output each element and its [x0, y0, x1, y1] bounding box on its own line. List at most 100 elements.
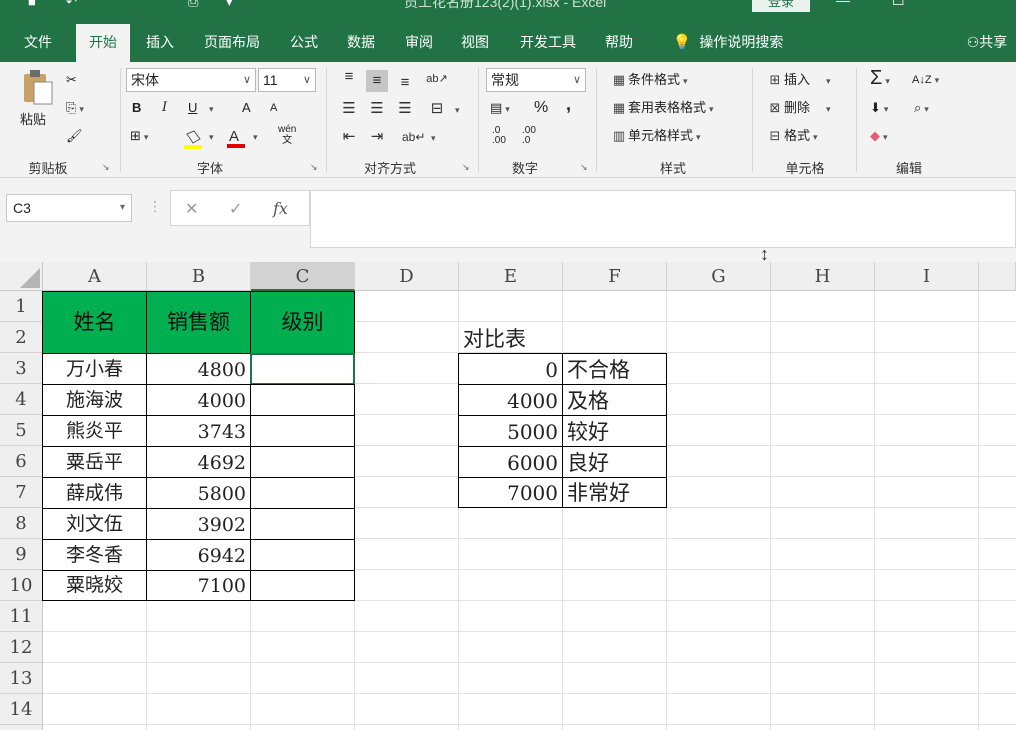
conditional-formatting-button[interactable]: ▦ 条件格式 ▾ [610, 70, 688, 91]
format-cells-button[interactable]: ⊟ 格式 ▾ [766, 126, 818, 147]
row-header-2[interactable]: 2 [0, 322, 43, 353]
column-header-e[interactable]: E [459, 262, 563, 291]
header-cell-level[interactable]: 级别 [250, 291, 355, 354]
font-size-select[interactable]: 11 ∨ [258, 68, 316, 92]
increase-indent-icon[interactable]: ⇥ [366, 126, 388, 148]
underline-dropdown-icon[interactable]: ▾ [206, 98, 214, 119]
number-launcher-icon[interactable]: ↘ [580, 162, 588, 173]
cell-level[interactable] [250, 508, 355, 540]
number-format-select[interactable]: 常规 ∨ [486, 68, 586, 92]
undo-icon[interactable]: ↶ [66, 0, 77, 10]
tab-file[interactable]: 文件 [10, 22, 66, 62]
wrap-text-icon[interactable]: ab↵ [402, 126, 425, 148]
cell-sales[interactable]: 3902 [146, 508, 251, 540]
cell-level[interactable] [250, 384, 355, 416]
cell-sales[interactable]: 7100 [146, 570, 251, 601]
borders-icon[interactable]: ⊞ ▾ [130, 126, 148, 147]
cell-name[interactable]: 熊炎平 [42, 415, 147, 447]
tab-insert[interactable]: 插入 [134, 22, 186, 62]
align-top-icon[interactable]: ≡ [338, 66, 360, 88]
cell-level[interactable] [250, 570, 355, 601]
row-header-15[interactable] [0, 725, 43, 730]
percent-style-button[interactable]: % [534, 98, 548, 118]
cell-styles-button[interactable]: ▥ 单元格样式 ▾ [610, 126, 701, 147]
lookup-threshold[interactable]: 5000 [458, 415, 563, 447]
align-right-icon[interactable]: ☰ [394, 98, 416, 120]
column-header-j[interactable] [979, 262, 1016, 291]
name-box[interactable]: C3 ▾ [6, 194, 132, 222]
cell-name[interactable]: 李冬香 [42, 539, 147, 571]
tab-developer[interactable]: 开发工具 [508, 22, 588, 62]
header-cell-sales[interactable]: 销售额 [146, 291, 251, 354]
insert-cells-button[interactable]: ⊞ 插入 ▾ [766, 70, 831, 91]
copy-icon[interactable]: ⎘ ▾ [66, 98, 84, 119]
column-header-g[interactable]: G [667, 262, 771, 291]
font-color-icon[interactable]: A [226, 128, 246, 150]
text-orientation-icon[interactable]: ab↗ [426, 68, 448, 90]
cell-sales[interactable]: 3743 [146, 415, 251, 447]
decrease-font-button[interactable]: A [270, 98, 277, 118]
format-as-table-button[interactable]: ▦ 套用表格格式 ▾ [610, 98, 714, 119]
column-header-a[interactable]: A [43, 262, 147, 291]
align-center-icon[interactable]: ☰ [366, 98, 388, 120]
cell-level[interactable] [250, 446, 355, 478]
paste-button[interactable]: 粘贴 [20, 110, 46, 130]
confirm-icon[interactable]: ✓ [229, 199, 242, 219]
column-header-i[interactable]: I [875, 262, 979, 291]
lookup-threshold[interactable]: 6000 [458, 446, 563, 478]
customize-quick-access-icon[interactable]: ▾ [226, 0, 233, 10]
column-header-d[interactable]: D [355, 262, 459, 291]
login-button[interactable]: 登录 [752, 0, 810, 12]
cell-sales[interactable]: 4000 [146, 384, 251, 416]
cell-sales[interactable]: 6942 [146, 539, 251, 571]
accounting-format-icon[interactable]: ▤ ▾ [490, 98, 510, 119]
cut-icon[interactable]: ✂ [66, 70, 77, 90]
row-header-7[interactable]: 7 [0, 477, 43, 508]
cell-name[interactable]: 粟晓姣 [42, 570, 147, 601]
select-all-corner[interactable] [0, 262, 43, 291]
lookup-grade[interactable]: 及格 [562, 384, 667, 416]
column-header-b[interactable]: B [147, 262, 251, 291]
lookup-table-title[interactable]: 对比表 [459, 322, 563, 353]
formula-input[interactable] [310, 190, 1016, 248]
cell-sales[interactable]: 4800 [146, 353, 251, 385]
lookup-threshold[interactable]: 0 [458, 353, 563, 385]
align-left-icon[interactable]: ☰ [338, 98, 360, 120]
cell-name[interactable]: 施海波 [42, 384, 147, 416]
underline-button[interactable]: U [188, 98, 197, 118]
insert-function-button[interactable]: fx [273, 199, 288, 218]
maximize-button[interactable]: ☐ [892, 0, 905, 9]
sort-filter-icon[interactable]: A↓Z ▾ [912, 70, 939, 90]
bold-button[interactable]: B [132, 98, 141, 118]
wrap-dropdown-icon[interactable]: ▾ [428, 127, 436, 148]
format-painter-icon[interactable]: 🖌 [66, 126, 83, 146]
tab-review[interactable]: 审阅 [394, 22, 444, 62]
decrease-decimal-icon[interactable]: .00.0 [522, 126, 536, 146]
increase-font-button[interactable]: A [242, 98, 251, 118]
decrease-indent-icon[interactable]: ⇤ [338, 126, 360, 148]
font-color-dropdown-icon[interactable]: ▾ [250, 126, 258, 147]
lookup-grade[interactable]: 非常好 [562, 477, 667, 508]
print-preview-icon[interactable]: ⎙ [188, 0, 198, 10]
cell-level[interactable] [250, 415, 355, 447]
save-icon[interactable]: ■ [28, 0, 36, 9]
lookup-threshold[interactable]: 4000 [458, 384, 563, 416]
row-header-3[interactable]: 3 [0, 353, 43, 384]
autosum-button[interactable]: Σ ▾ [870, 68, 890, 91]
cell-name[interactable]: 薛成伟 [42, 477, 147, 509]
merge-center-icon[interactable]: ⊟ [426, 98, 448, 120]
row-header-11[interactable]: 11 [0, 601, 43, 632]
cancel-icon[interactable]: ✕ [185, 199, 198, 219]
italic-button[interactable]: I [162, 98, 167, 118]
increase-decimal-icon[interactable]: .0.00 [492, 126, 506, 146]
clear-icon[interactable]: ◆ ▾ [870, 126, 888, 147]
clipboard-launcher-icon[interactable]: ↘ [102, 162, 110, 173]
cell-name[interactable]: 粟岳平 [42, 446, 147, 478]
phonetic-guide-icon[interactable]: wén 文 [278, 124, 296, 146]
merge-dropdown-icon[interactable]: ▾ [452, 99, 460, 120]
row-header-10[interactable]: 10 [0, 570, 43, 601]
cell-level[interactable] [250, 539, 355, 571]
fill-color-dropdown-icon[interactable]: ▾ [206, 126, 214, 147]
font-name-select[interactable]: 宋体 ∨ [126, 68, 256, 92]
cell-level[interactable] [250, 477, 355, 509]
